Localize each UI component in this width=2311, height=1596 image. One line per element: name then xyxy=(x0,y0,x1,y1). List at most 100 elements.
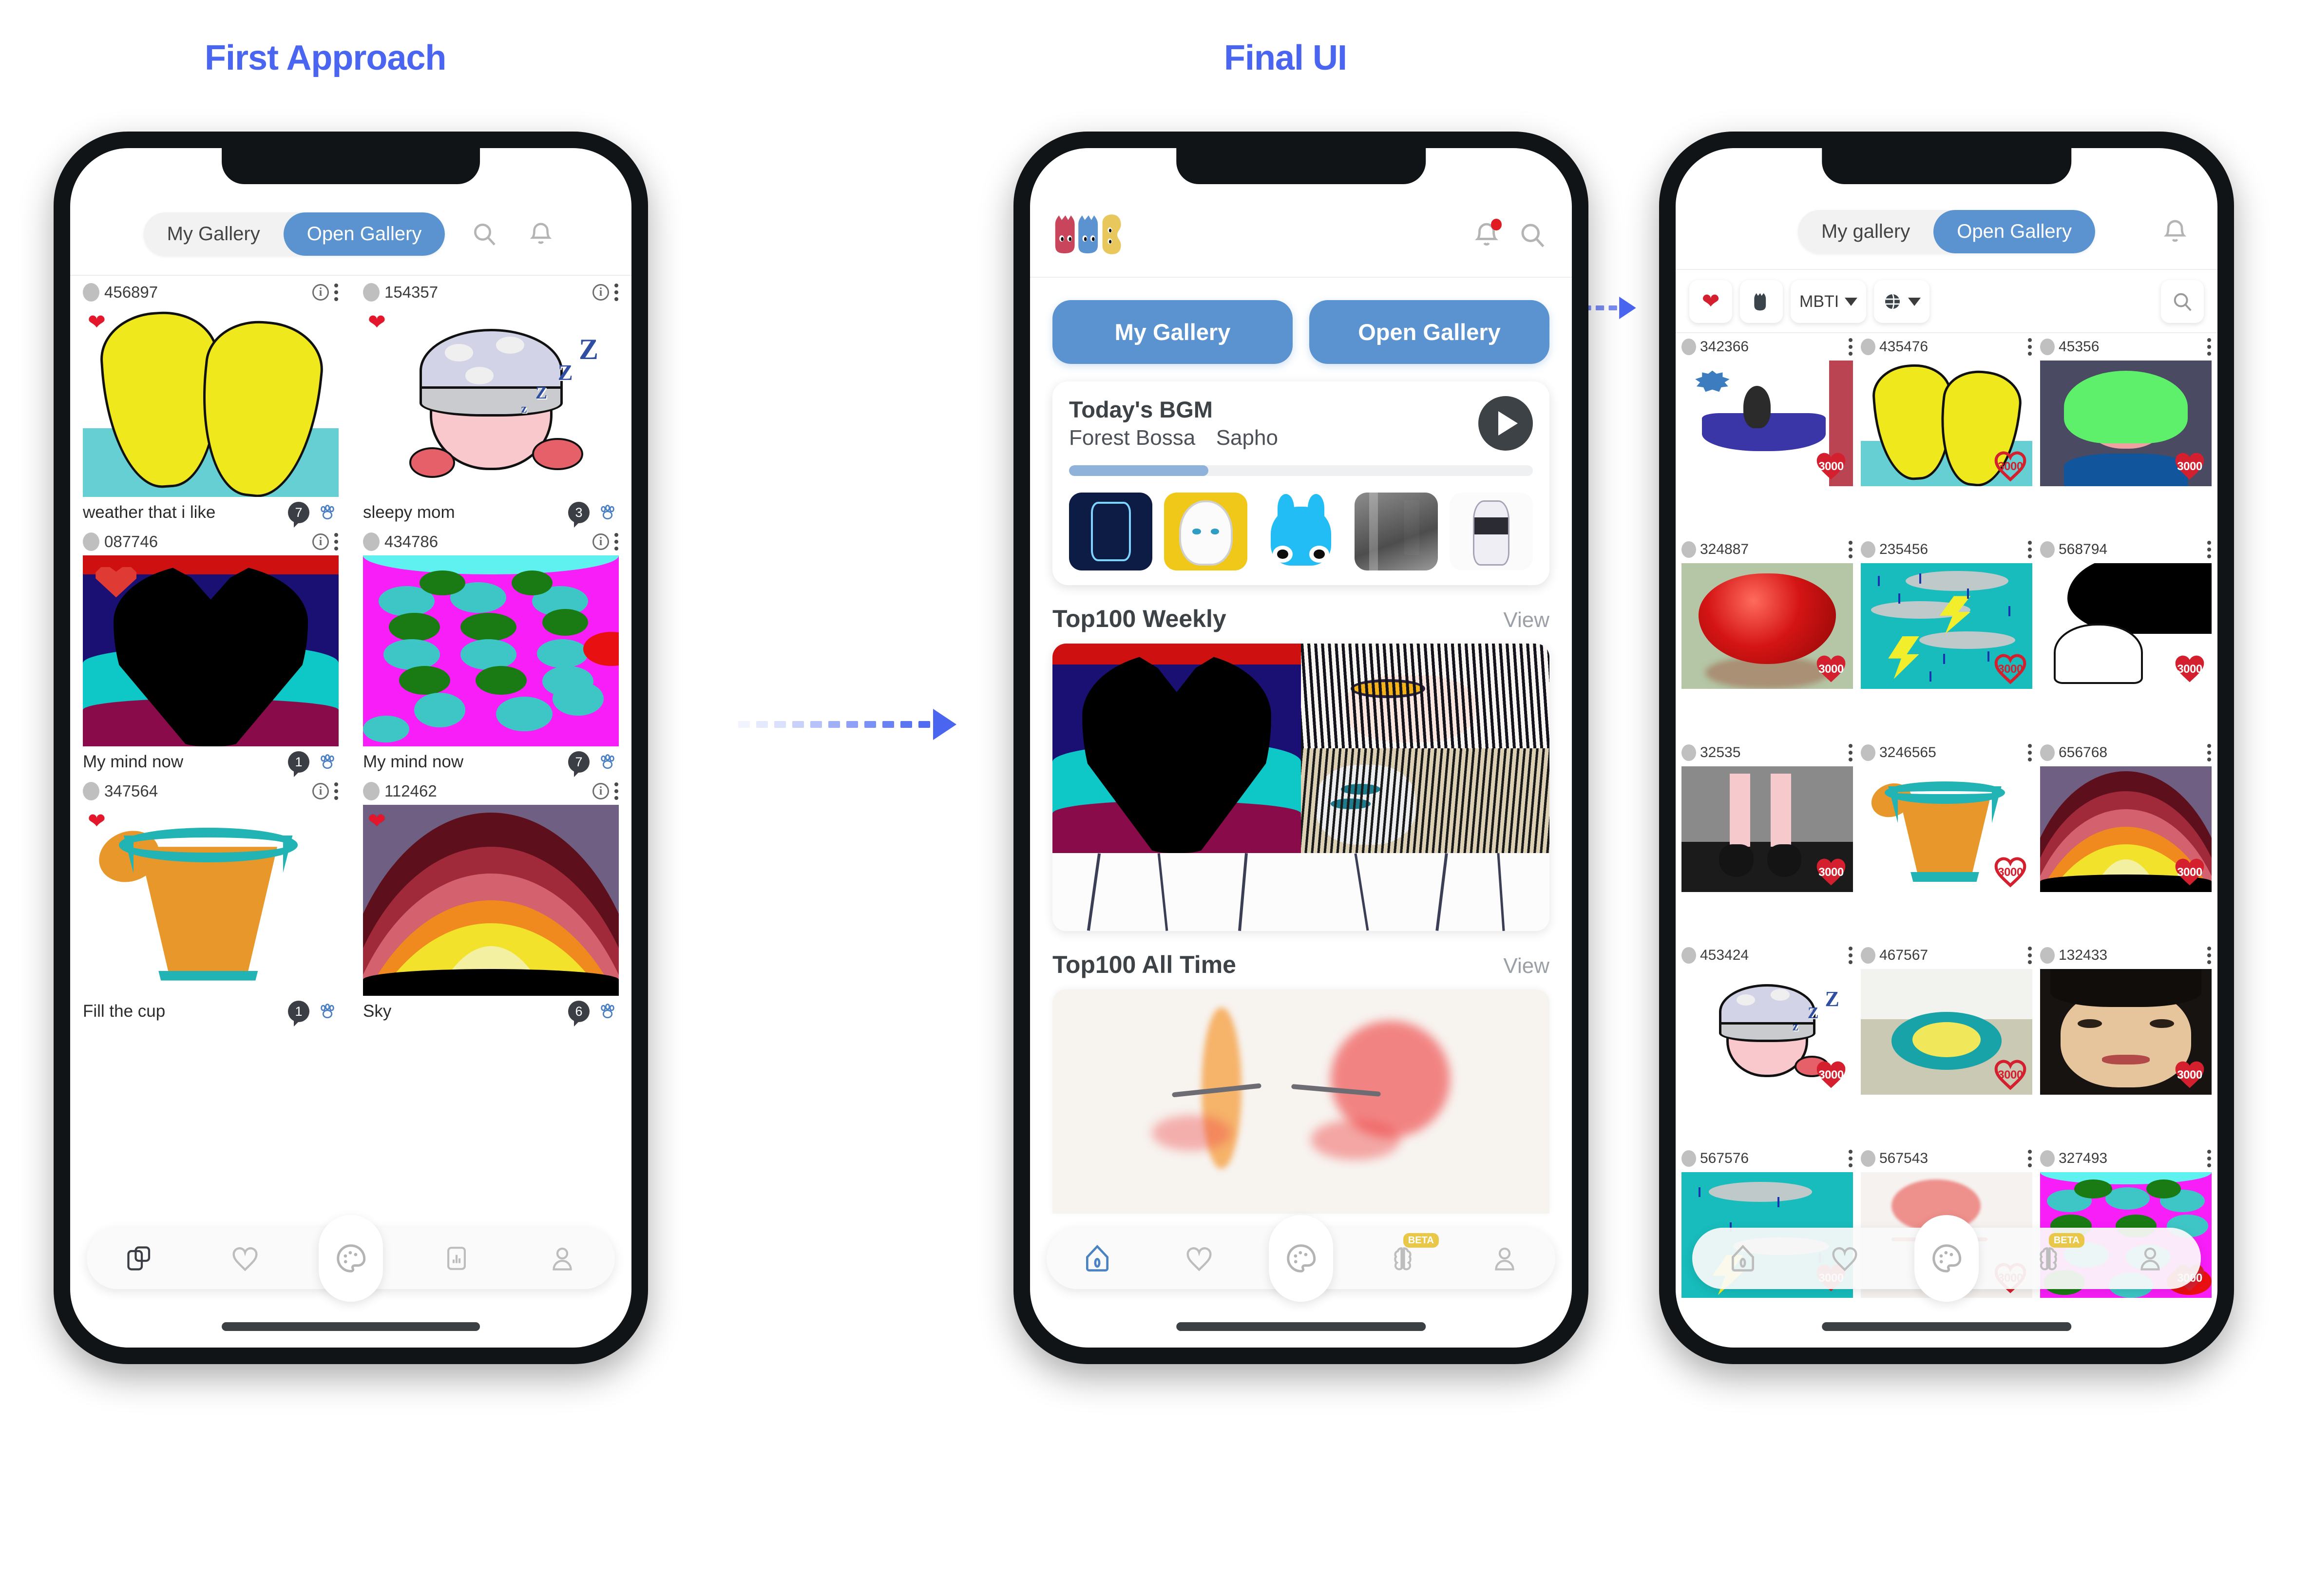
phone1-bottom-nav[interactable] xyxy=(87,1215,615,1302)
like-badge[interactable]: 3000 xyxy=(1991,447,2029,483)
more-options-icon[interactable] xyxy=(614,782,619,800)
artwork-thumbnail[interactable]: Z Z z 3000 xyxy=(1681,969,1853,1095)
info-icon[interactable]: i xyxy=(312,783,329,799)
like-badge[interactable]: 3000 xyxy=(2171,447,2209,483)
gallery-card[interactable]: 087746 i My mind now 1 xyxy=(73,528,348,778)
like-badge[interactable]: 3000 xyxy=(1812,853,1850,889)
gallery-card[interactable]: 342366 3000 xyxy=(1678,333,1857,536)
info-icon[interactable]: i xyxy=(592,783,609,799)
nav-palette-button[interactable] xyxy=(1268,1215,1333,1302)
like-badge[interactable]: 3000 xyxy=(1812,650,1850,686)
like-badge[interactable]: 3000 xyxy=(1991,853,2029,889)
tab-open-gallery[interactable]: Open Gallery xyxy=(1309,300,1549,364)
mosaic-tile[interactable] xyxy=(1052,644,1301,853)
filter-cat[interactable] xyxy=(1740,280,1783,323)
artwork-thumbnail[interactable]: 3000 xyxy=(2040,766,2212,892)
artwork-thumbnail[interactable]: Z Z Z z ❤ xyxy=(363,306,619,497)
search-icon[interactable] xyxy=(1515,218,1549,252)
tab-open-gallery[interactable]: Open Gallery xyxy=(1933,209,2095,253)
bgm-thumb[interactable] xyxy=(1164,493,1248,570)
gallery-card[interactable]: 434786 i My mind now 7 xyxy=(353,528,629,778)
gallery-card[interactable]: 235456 3000 xyxy=(1857,536,2036,739)
phone2-bottom-nav[interactable]: BETA xyxy=(1047,1215,1555,1302)
gallery-card[interactable]: 347564 i ❤ Fill the cup 1 xyxy=(73,778,348,1027)
like-badge[interactable]: 3000 xyxy=(1812,447,1850,483)
palette-fab[interactable] xyxy=(1914,1215,1979,1302)
filter-mbti[interactable]: MBTI xyxy=(1791,280,1867,323)
paw-icon[interactable] xyxy=(316,1000,339,1023)
artwork-thumbnail[interactable]: 3000 xyxy=(1861,969,2032,1095)
artwork-thumbnail[interactable] xyxy=(363,555,619,746)
comment-count-badge[interactable]: 6 xyxy=(568,1001,590,1026)
gallery-segmented-control[interactable]: My gallery Open Gallery xyxy=(1798,209,2095,253)
artwork-thumbnail[interactable]: 3000 xyxy=(2040,969,2212,1095)
mosaic-tile[interactable] xyxy=(1301,748,1549,853)
artwork-thumbnail[interactable]: 3000 xyxy=(2040,361,2212,486)
play-button[interactable] xyxy=(1478,396,1533,451)
tab-open-gallery[interactable]: Open Gallery xyxy=(283,212,445,256)
view-link[interactable]: View xyxy=(1503,608,1549,632)
artwork-thumbnail[interactable]: 3000 xyxy=(1681,563,1853,689)
nav-person-icon[interactable] xyxy=(2127,1235,2174,1282)
comment-count-badge[interactable]: 1 xyxy=(288,1001,309,1026)
more-options-icon[interactable] xyxy=(1848,338,1853,356)
bell-icon[interactable] xyxy=(2158,214,2192,248)
like-badge[interactable]: 3000 xyxy=(2171,650,2209,686)
artwork-thumbnail[interactable]: 3000 xyxy=(1681,361,1853,486)
more-options-icon[interactable] xyxy=(2027,947,2032,965)
artwork-thumbnail[interactable]: 3000 xyxy=(1861,361,2032,486)
paw-icon[interactable] xyxy=(316,751,339,773)
gallery-segmented-control[interactable]: My Gallery Open Gallery xyxy=(143,212,445,256)
tab-my-gallery[interactable]: My Gallery xyxy=(144,212,284,256)
info-icon[interactable]: i xyxy=(592,533,609,550)
more-options-icon[interactable] xyxy=(1848,1149,1853,1167)
more-options-icon[interactable] xyxy=(2207,1149,2212,1167)
bgm-thumb[interactable] xyxy=(1259,493,1343,570)
bell-icon[interactable] xyxy=(1470,218,1504,252)
mosaic-tile[interactable] xyxy=(1301,644,1549,748)
info-icon[interactable]: i xyxy=(312,284,329,301)
gallery-card[interactable]: 324887 3000 xyxy=(1678,536,1857,739)
gallery-card[interactable]: 456897 i ❤ weather that i like 7 xyxy=(73,279,348,528)
paw-icon[interactable] xyxy=(596,751,619,773)
palette-fab[interactable] xyxy=(318,1215,383,1302)
like-heart-icon[interactable]: ❤ xyxy=(88,312,106,333)
more-options-icon[interactable] xyxy=(2027,338,2032,356)
like-heart-icon[interactable]: ❤ xyxy=(368,811,386,832)
nav-home-icon[interactable] xyxy=(1074,1235,1121,1282)
nav-home-icon[interactable] xyxy=(1719,1235,1766,1282)
like-badge[interactable]: 3000 xyxy=(1991,650,2029,686)
phone3-bottom-nav[interactable]: BETA xyxy=(1692,1215,2201,1302)
artwork-thumbnail[interactable]: ❤ xyxy=(83,306,339,497)
more-options-icon[interactable] xyxy=(614,533,619,551)
bgm-thumb[interactable] xyxy=(1354,493,1438,570)
like-badge[interactable]: 3000 xyxy=(1991,1056,2029,1092)
gallery-card[interactable]: 45356 3000 xyxy=(2036,333,2216,536)
gallery-card[interactable]: 467567 3000 xyxy=(1857,942,2036,1144)
comment-count-badge[interactable]: 1 xyxy=(288,751,309,777)
tab-my-gallery[interactable]: My gallery xyxy=(1798,210,1933,253)
more-options-icon[interactable] xyxy=(2207,338,2212,356)
nav-chart-icon[interactable] xyxy=(433,1235,480,1282)
nav-palette-button[interactable] xyxy=(318,1215,383,1302)
like-badge[interactable]: 3000 xyxy=(1812,1056,1850,1092)
artwork-thumbnail[interactable]: 3000 xyxy=(2040,563,2212,689)
artwork-thumbnail[interactable]: 3000 xyxy=(1681,766,1853,892)
bgm-progress-bar[interactable] xyxy=(1069,465,1533,476)
top100-alltime-preview[interactable] xyxy=(1052,989,1549,1214)
nav-palette-button[interactable] xyxy=(1914,1215,1979,1302)
more-options-icon[interactable] xyxy=(2027,541,2032,559)
gallery-card[interactable]: 656768 3000 xyxy=(2036,739,2216,942)
gallery-card[interactable]: 435476 3000 xyxy=(1857,333,2036,536)
gallery-card[interactable]: 132433 3000 xyxy=(2036,942,2216,1144)
info-icon[interactable]: i xyxy=(592,284,609,301)
todays-bgm-card[interactable]: Today's BGM Forest Bossa Sapho xyxy=(1052,381,1549,585)
nav-brain-icon[interactable]: BETA xyxy=(2025,1233,2084,1282)
gallery-card[interactable]: 32535 3000 xyxy=(1678,739,1857,942)
like-heart-icon[interactable]: ❤ xyxy=(88,811,106,832)
more-options-icon[interactable] xyxy=(1848,743,1853,761)
artwork-thumbnail[interactable]: 3000 xyxy=(1861,766,2032,892)
like-badge[interactable]: 3000 xyxy=(2171,853,2209,889)
artwork-thumbnail[interactable]: ❤ xyxy=(83,805,339,996)
nav-heart-icon[interactable] xyxy=(1176,1235,1222,1282)
